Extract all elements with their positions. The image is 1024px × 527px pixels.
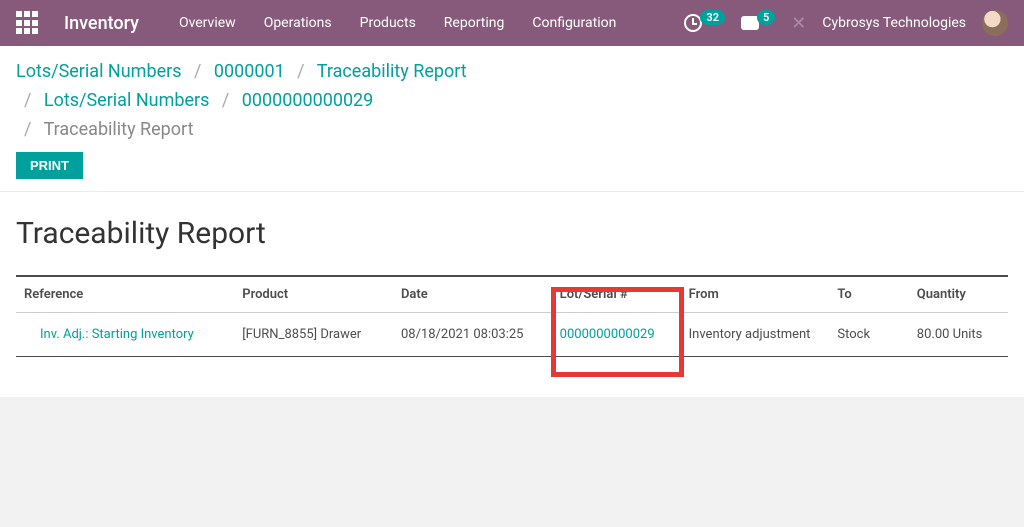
nav-reporting[interactable]: Reporting xyxy=(444,15,505,31)
cell-quantity: 80.00 Units xyxy=(909,313,1008,357)
crumb-lots-serial[interactable]: Lots/Serial Numbers xyxy=(16,61,182,82)
cell-from: Inventory adjustment xyxy=(681,313,830,357)
activity-count: 32 xyxy=(700,10,725,25)
messages-count: 5 xyxy=(757,10,775,25)
crumb-sep: / xyxy=(24,119,31,140)
table-header-row: Reference Product Date Lot/Serial # From… xyxy=(16,276,1008,313)
crumb-sep: / xyxy=(222,90,229,111)
app-brand[interactable]: Inventory xyxy=(64,13,139,34)
th-quantity: Quantity xyxy=(909,276,1008,313)
content: Traceability Report Reference Product Da… xyxy=(0,192,1024,381)
breadcrumb: Lots/Serial Numbers / 0000001 / Traceabi… xyxy=(16,58,1008,144)
crumb-sep: / xyxy=(24,90,31,111)
nav-operations[interactable]: Operations xyxy=(264,15,332,31)
breadcrumb-area: Lots/Serial Numbers / 0000001 / Traceabi… xyxy=(0,46,1024,192)
crumb-current: Traceability Report xyxy=(44,119,194,140)
th-from: From xyxy=(681,276,830,313)
crumb-traceability-1[interactable]: Traceability Report xyxy=(317,61,467,82)
activity-button[interactable]: 32 xyxy=(684,14,725,32)
messages-button[interactable]: 5 xyxy=(741,16,775,31)
nav-overview[interactable]: Overview xyxy=(179,15,236,31)
th-to: To xyxy=(829,276,908,313)
th-product: Product xyxy=(234,276,393,313)
print-button[interactable]: PRINT xyxy=(16,152,83,179)
company-selector[interactable]: Cybrosys Technologies xyxy=(822,15,966,31)
nav-configuration[interactable]: Configuration xyxy=(532,15,616,31)
apps-icon[interactable] xyxy=(16,11,40,35)
top-nav: Inventory Overview Operations Products R… xyxy=(0,0,1024,46)
th-date: Date xyxy=(393,276,552,313)
traceability-table: Reference Product Date Lot/Serial # From… xyxy=(16,275,1008,357)
cell-date: 08/18/2021 08:03:25 xyxy=(393,313,552,357)
th-reference: Reference xyxy=(16,276,234,313)
debug-icon[interactable]: ✕ xyxy=(791,13,806,34)
cell-lot[interactable]: 0000000000029 xyxy=(560,327,655,342)
crumb-lots-serial-2[interactable]: Lots/Serial Numbers xyxy=(44,90,210,111)
footer-grey-area xyxy=(0,397,1024,527)
crumb-sep: / xyxy=(194,61,201,82)
crumb-0000001[interactable]: 0000001 xyxy=(214,61,285,82)
avatar[interactable] xyxy=(982,10,1008,36)
crumb-lot-number[interactable]: 0000000000029 xyxy=(242,90,374,111)
cell-reference[interactable]: Inv. Adj.: Starting Inventory xyxy=(24,327,194,342)
cell-product: [FURN_8855] Drawer xyxy=(234,313,393,357)
page-title: Traceability Report xyxy=(16,216,1008,251)
nav-right: 32 5 ✕ Cybrosys Technologies xyxy=(684,10,1008,36)
nav-menu: Overview Operations Products Reporting C… xyxy=(179,15,616,31)
th-lot: Lot/Serial # xyxy=(552,276,681,313)
table-row: Inv. Adj.: Starting Inventory [FURN_8855… xyxy=(16,313,1008,357)
cell-to: Stock xyxy=(829,313,908,357)
nav-products[interactable]: Products xyxy=(360,15,416,31)
crumb-sep: / xyxy=(297,61,304,82)
